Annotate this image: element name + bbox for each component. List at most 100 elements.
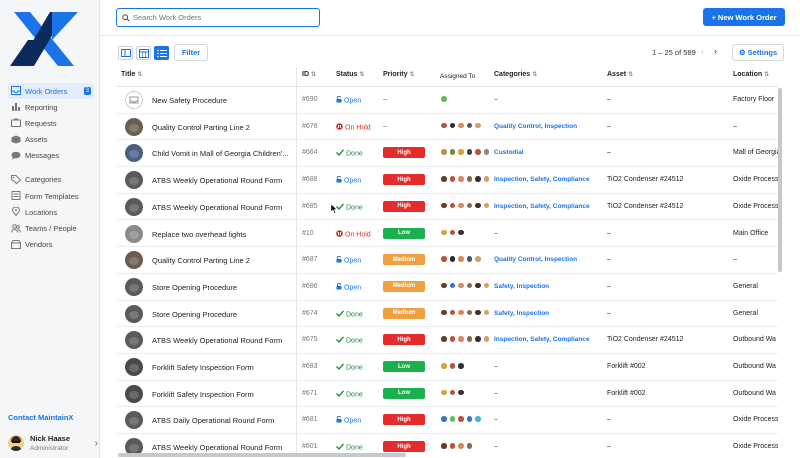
work-order-title[interactable]: New Safety Procedure — [152, 96, 227, 105]
sidebar-item-messages[interactable]: Messages — [8, 148, 94, 164]
assignee-avatars[interactable] — [440, 281, 491, 290]
contact-link[interactable]: Contact MaintainX — [8, 413, 73, 422]
header-location[interactable]: Location ⇅ — [733, 71, 769, 78]
header-title[interactable]: Title ⇅ — [121, 71, 142, 78]
new-work-order-button[interactable]: + New Work Order — [703, 8, 785, 26]
work-order-title[interactable]: Quality Control Parting Line 2 — [152, 256, 250, 265]
location-cell[interactable]: Outbound Wa — [733, 363, 776, 370]
asset-cell[interactable]: TiO2 Condenser #24512 — [607, 203, 683, 210]
location-cell[interactable]: Mall of Georgia — [733, 149, 778, 156]
work-order-title[interactable]: Store Opening Procedure — [152, 310, 237, 319]
status-label[interactable]: Done — [336, 149, 363, 158]
work-order-title[interactable]: Store Opening Procedure — [152, 283, 237, 292]
table-row[interactable]: ATBS Weekly Operational Round Form #601 Do… — [116, 434, 778, 453]
categories-cell[interactable]: Quality Control, Inspection — [494, 123, 577, 130]
work-order-title[interactable]: Child Vomit in Mall of Georgia Children'… — [152, 149, 289, 158]
sidebar-item-requests[interactable]: Requests — [8, 115, 94, 131]
assignee-avatars[interactable] — [440, 95, 449, 103]
chevron-right-icon[interactable]: › — [714, 46, 717, 56]
assignee-avatars[interactable] — [440, 255, 483, 263]
location-cell[interactable]: Factory Floor — [733, 96, 774, 103]
asset-cell[interactable]: TiO2 Condenser #24512 — [607, 336, 683, 343]
work-order-title[interactable]: Replace two overhead lights — [152, 230, 246, 239]
table-row[interactable]: Store Opening Procedure #686 Open Medium Saf… — [116, 274, 778, 301]
sidebar-item-categories[interactable]: Categories — [8, 172, 94, 188]
work-order-title[interactable]: Forklift Safety Inspection Form — [152, 390, 254, 399]
status-label[interactable]: Done — [336, 203, 363, 212]
sidebar-item-assets[interactable]: Assets — [8, 132, 94, 148]
status-label[interactable]: On Hold — [336, 122, 371, 132]
sidebar-item-work-orders[interactable]: Work Orders 3 — [8, 83, 94, 99]
table-row[interactable]: Forklift Safety Inspection Form #683 Done L… — [116, 354, 778, 381]
sidebar-item-vendors[interactable]: Vendors — [8, 237, 94, 253]
assignee-avatars[interactable] — [440, 121, 483, 130]
categories-cell[interactable]: Custodial — [494, 149, 524, 156]
search-input[interactable] — [133, 13, 313, 22]
status-label[interactable]: Open — [336, 416, 361, 425]
search-box[interactable] — [116, 8, 320, 27]
assignee-avatars[interactable] — [440, 201, 491, 210]
work-order-title[interactable]: Quality Control Parting Line 2 — [152, 123, 250, 132]
header-categories[interactable]: Categories ⇅ — [494, 71, 537, 78]
assignee-avatars[interactable] — [440, 308, 491, 317]
settings-button[interactable]: ⚙ Settings — [732, 44, 784, 61]
work-order-title[interactable]: ATBS Weekly Operational Round Form — [152, 443, 282, 452]
work-order-title[interactable]: ATBS Daily Operational Round Form — [152, 416, 274, 425]
status-label[interactable]: On Hold — [336, 229, 371, 239]
user-menu[interactable]: Nick Haase Administrator › — [8, 432, 98, 454]
location-cell[interactable]: Oxide Process — [733, 443, 778, 450]
table-row[interactable]: Quality Control Parting Line 2 #676 On Hol… — [116, 114, 778, 141]
table-row[interactable]: New Safety Procedure #690 Open – – – Factory F… — [116, 87, 778, 114]
categories-cell[interactable]: Inspection, Safety, Compliance — [494, 336, 590, 343]
sidebar-item-form-templates[interactable]: Form Templates — [8, 188, 94, 204]
status-label[interactable]: Open — [336, 256, 361, 265]
table-row[interactable]: Quality Control Parting Line 2 #687 Open Me… — [116, 247, 778, 274]
header-asset[interactable]: Asset ⇅ — [607, 71, 633, 78]
location-cell[interactable]: Oxide Process — [733, 176, 778, 183]
assignee-avatars[interactable] — [440, 442, 474, 450]
table-row[interactable]: ATBS Weekly Operational Round Form #675 Do… — [116, 327, 778, 354]
categories-cell[interactable]: Inspection, Safety, Compliance — [494, 203, 590, 210]
assignee-avatars[interactable] — [440, 388, 466, 397]
table-row[interactable]: Store Opening Procedure #674 Done Medium Saf… — [116, 301, 778, 328]
table-row[interactable]: Replace two overhead lights #10 On Hold Low… — [116, 221, 778, 248]
table-row[interactable]: ATBS Weekly Operational Round Form #688 Op… — [116, 167, 778, 194]
work-order-title[interactable]: ATBS Weekly Operational Round Form — [152, 176, 282, 185]
location-cell[interactable]: Oxide Process — [733, 416, 778, 423]
asset-cell[interactable]: Forklift #002 — [607, 390, 646, 397]
work-order-title[interactable]: ATBS Weekly Operational Round Form — [152, 203, 282, 212]
assignee-avatars[interactable] — [440, 228, 466, 236]
status-label[interactable]: Done — [336, 309, 363, 319]
view-calendar-button[interactable] — [136, 46, 151, 60]
header-status[interactable]: Status ⇅ — [336, 71, 364, 78]
view-panel-button[interactable] — [118, 46, 133, 60]
work-order-title[interactable]: ATBS Weekly Operational Round Form — [152, 336, 282, 345]
asset-cell[interactable]: TiO2 Condenser #24512 — [607, 176, 683, 183]
table-row[interactable]: Forklift Safety Inspection Form #671 Done L… — [116, 381, 778, 408]
view-list-button[interactable] — [154, 46, 169, 60]
assignee-avatars[interactable] — [440, 415, 483, 423]
table-row[interactable]: ATBS Weekly Operational Round Form #685 Do… — [116, 194, 778, 221]
location-cell[interactable]: Outbound Wa — [733, 336, 776, 343]
status-label[interactable]: Done — [336, 363, 363, 372]
location-cell[interactable]: Main Office — [733, 230, 768, 237]
maintainx-logo[interactable] — [8, 10, 82, 68]
categories-cell[interactable]: Safety, Inspection — [494, 310, 549, 317]
sidebar-item-teams-people[interactable]: Teams / People — [8, 221, 94, 237]
status-label[interactable]: Done — [336, 443, 363, 452]
categories-cell[interactable]: Safety, Inspection — [494, 283, 549, 290]
assignee-avatars[interactable] — [440, 362, 466, 370]
categories-cell[interactable]: Quality Control, Inspection — [494, 256, 577, 263]
status-label[interactable]: Open — [336, 95, 361, 105]
sidebar-item-locations[interactable]: Locations — [8, 204, 94, 220]
vertical-scrollbar[interactable] — [778, 88, 782, 272]
status-label[interactable]: Open — [336, 175, 361, 185]
status-label[interactable]: Done — [336, 336, 363, 345]
sidebar-item-reporting[interactable]: Reporting — [8, 99, 94, 115]
header-priority[interactable]: Priority ⇅ — [383, 71, 415, 78]
table-row[interactable]: ATBS Daily Operational Round Form #681 Ope… — [116, 407, 778, 435]
assignee-avatars[interactable] — [440, 175, 491, 183]
header-id[interactable]: ID ⇅ — [302, 71, 316, 78]
assignee-avatars[interactable] — [440, 335, 491, 343]
location-cell[interactable]: Outbound Wa — [733, 390, 776, 397]
